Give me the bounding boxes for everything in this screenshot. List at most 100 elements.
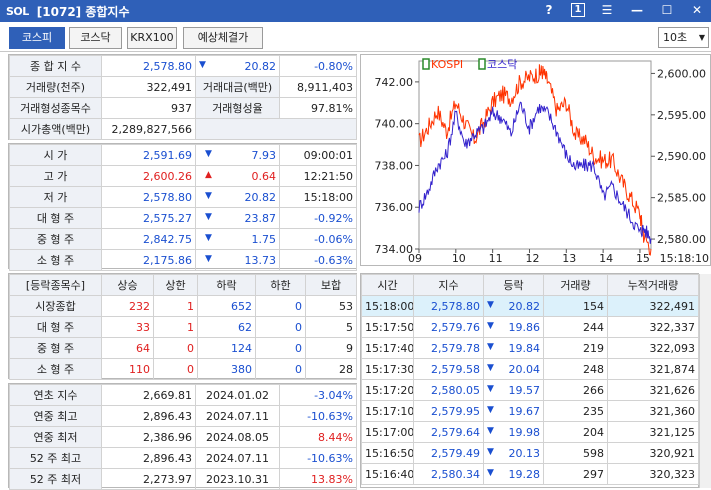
maximize-icon[interactable]: ☐ [659,2,675,18]
tick-cumulative: 322,093 [607,337,699,359]
tick-change: ▼ 19.67 [483,400,544,422]
breadth-header-cell: 하락 [197,274,256,296]
ticks-header-cell[interactable]: 등락 [483,274,544,296]
breadth-value: 1 [153,316,198,338]
price-change-value: 13.73 [244,253,277,267]
breadth-value: 1 [153,295,198,317]
tick-volume: 154 [543,295,608,317]
tick-change-value: 19.98 [508,425,541,439]
window-title: [1072] 종합지수 [36,4,130,19]
breadth-header-cell: [등락종목수] [9,274,102,296]
right-tick-label: 2,595.00 [657,109,706,122]
breadth-header-cell: 하한 [255,274,306,296]
tick-index: 2,580.05 [413,379,484,401]
interval-select[interactable]: 10초 ▼ [658,27,709,48]
tick-cumulative: 321,626 [607,379,699,401]
tick-volume: 204 [543,421,608,443]
price-extra: -0.63% [279,249,357,271]
yearly-row: 연초 지수 2,669.81 2024.01.02 -3.04% [9,384,357,406]
close-icon[interactable]: ✕ [689,2,705,18]
breadth-value: 0 [255,316,306,338]
ticks-header-cell[interactable]: 지수 [413,274,484,296]
tab-kosdaq[interactable]: 코스닥 [69,27,122,49]
tick-row[interactable]: 15:17:00 2,579.64 ▼ 19.98 204 321,125 [361,421,699,443]
x-tick-label: 09 [408,252,422,265]
yearly-date: 2024.08.05 [195,426,280,448]
tick-row[interactable]: 15:17:40 2,579.78 ▼ 19.84 219 322,093 [361,337,699,359]
price-row: 고 가 2,600.26 ▲ 0.64 12:21:50 [9,165,357,187]
tab-krx100[interactable]: KRX100 [127,27,177,49]
summary-panel: 종 합 지 수 2,578.80 ▼ 20.82 -0.80% 거래량(천주) 3… [8,54,357,140]
ticks-panel: 시간 지수 등락 거래량 누적거래량 15:18:00 2,578.80 ▼ 20.82 154 3… [360,273,699,488]
down-arrow-icon: ▼ [487,467,494,478]
index-rate: -0.80% [279,55,357,77]
tick-row[interactable]: 15:16:40 2,580.34 ▼ 19.28 297 320,323 [361,463,699,485]
tick-change-value: 20.04 [508,362,541,376]
breadth-value: 0 [255,337,306,359]
tick-cumulative: 320,323 [607,463,699,485]
tick-time: 15:17:20 [361,379,414,401]
left-tick-label: 740.00 [375,118,414,131]
yearly-panel: 연초 지수 2,669.81 2024.01.02 -3.04% 연중 최고 2,896.… [8,383,357,490]
breadth-label: 중 형 주 [9,337,102,359]
down-arrow-icon: ▼ [205,253,212,264]
tick-change: ▼ 19.28 [483,463,544,485]
tick-change: ▼ 20.13 [483,442,544,464]
tab-kospi[interactable]: 코스피 [9,27,65,49]
down-arrow-icon: ▼ [487,446,494,457]
minimize-icon[interactable]: — [629,2,645,18]
tab-expected-price[interactable]: 예상체결가 [183,27,263,49]
ticks-header-cell[interactable]: 시간 [361,274,414,296]
breadth-value: 232 [101,295,154,317]
tick-row[interactable]: 15:17:30 2,579.58 ▼ 20.04 248 321,874 [361,358,699,380]
down-arrow-icon: ▼ [205,211,212,222]
tick-change-value: 19.67 [508,404,541,418]
breadth-value: 124 [197,337,256,359]
ticks-scrollbar[interactable] [699,274,711,488]
interval-value: 10초 [663,31,688,44]
price-value: 2,842.75 [101,228,196,250]
tick-cumulative: 321,874 [607,358,699,380]
tick-index: 2,579.49 [413,442,484,464]
tick-row[interactable]: 15:17:50 2,579.76 ▼ 19.86 244 322,337 [361,316,699,338]
breadth-row: 시장종합 232 1 652 0 53 [9,295,357,317]
price-change: ▼ 20.82 [195,186,280,208]
right-tick-label: 2,585.00 [657,192,706,205]
breadth-value: 5 [305,316,357,338]
tick-index: 2,579.58 [413,358,484,380]
index-value: 2,578.80 [101,55,196,77]
tick-row[interactable]: 15:17:20 2,580.05 ▼ 19.57 266 321,626 [361,379,699,401]
price-row: 소 형 주 2,175.86 ▼ 13.73 -0.63% [9,249,357,271]
tick-volume: 248 [543,358,608,380]
tick-change-value: 19.84 [508,341,541,355]
yearly-row: 52 주 최고 2,896.43 2024.07.11 -10.63% [9,447,357,469]
ticks-header-cell[interactable]: 누적거래량 [607,274,699,296]
tick-row[interactable]: 15:18:00 2,578.80 ▼ 20.82 154 322,491 [361,295,699,317]
breadth-value: 33 [101,316,154,338]
tick-row[interactable]: 15:17:10 2,579.95 ▼ 19.67 235 321,360 [361,400,699,422]
tick-row[interactable]: 15:16:50 2,579.49 ▼ 20.13 598 320,921 [361,442,699,464]
breadth-value: 62 [197,316,256,338]
down-arrow-icon: ▼ [487,362,494,373]
price-change: ▲ 0.64 [195,165,280,187]
ticks-header-cell[interactable]: 거래량 [543,274,608,296]
price-extra: 12:21:50 [279,165,357,187]
prices-panel: 시 가 2,591.69 ▼ 7.93 09:00:01 고 가 2,600.26 ▲ 0.64… [8,143,357,271]
x-tick-label: 12 [525,252,539,265]
tick-change: ▼ 20.82 [483,295,544,317]
help-button[interactable]: ? [541,2,557,18]
chart-svg: 742.00740.00738.00736.00734.002,600.002,… [375,58,710,265]
breadth-header-cell: 상승 [101,274,154,296]
breadth-label: 소 형 주 [9,358,102,380]
down-arrow-icon: ▼ [205,148,212,159]
breadth-header-cell: 상한 [153,274,198,296]
yearly-rate: 8.44% [279,426,357,448]
yearly-label: 연중 최고 [9,405,102,427]
yearly-rate: 13.83% [279,468,357,490]
menu-icon[interactable]: ☰ [599,2,615,18]
yearly-row: 연중 최저 2,386.96 2024.08.05 8.44% [9,426,357,448]
one-button[interactable]: 1 [571,3,585,17]
x-end-label: 15:18:10 [660,252,709,265]
price-row: 중 형 주 2,842.75 ▼ 1.75 -0.06% [9,228,357,250]
left-tick-label: 738.00 [375,159,414,172]
